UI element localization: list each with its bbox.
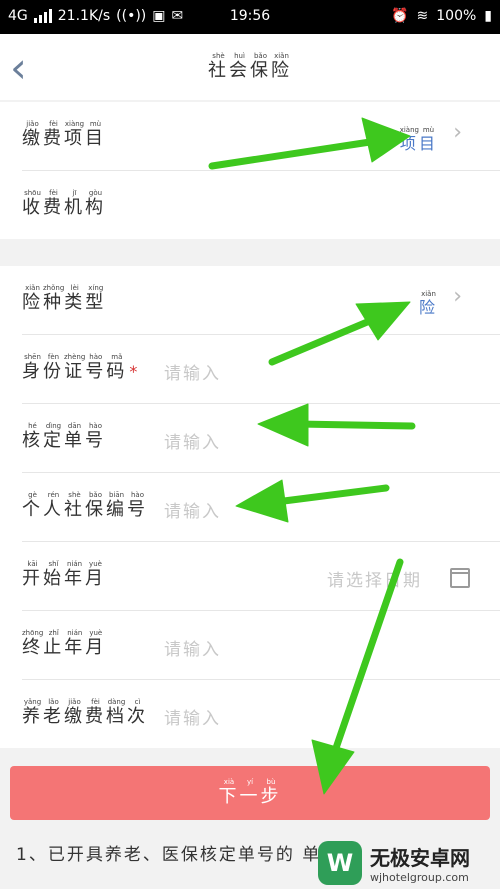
clock: 19:56	[229, 8, 271, 24]
chevron-right-icon: ›	[453, 284, 462, 309]
date-picker-placeholder[interactable]: 请选择日期	[327, 566, 422, 591]
row-label: 养yǎng老lǎo缴jiǎo费fèi档dàng次cì	[22, 698, 148, 727]
next-step-button[interactable]: 下xià一yí步bù	[10, 766, 490, 820]
alarm-icon: ⏰	[391, 8, 409, 24]
row-label: 身shēn份fèn证zhèng号hào码mǎ*	[22, 353, 141, 382]
input-placeholder[interactable]: 请输入	[164, 704, 221, 729]
page-title: 社shè会huì保bǎo险xiǎn	[0, 34, 500, 100]
form-row[interactable]: 收shōu费fèi机jī构gòu	[22, 171, 500, 239]
payment-info-card: 缴jiǎo费fèi项xiàng目mù 项xiàng目mù › 收shōu费fèi机jī…	[0, 102, 500, 239]
row-label: 险xiǎn种zhǒng类lèi型xíng	[22, 284, 107, 313]
form-row[interactable]: 终zhōng止zhǐ年nián月yuè 请输入	[22, 611, 500, 680]
form-row[interactable]: 开kāi始shǐ年nián月yuè 请选择日期	[22, 542, 500, 611]
row-label: 核hé定dìng单dān号hào	[22, 422, 106, 451]
row-value: 险xiǎn	[418, 290, 438, 317]
watermark-name: 无极安卓网	[370, 846, 470, 870]
page-title-text: 社shè会huì保bǎo险xiǎn	[208, 52, 292, 81]
input-placeholder[interactable]: 请输入	[164, 428, 221, 453]
row-value: 项xiàng目mù	[399, 126, 438, 153]
wifi-icon: ≋	[416, 8, 429, 24]
form-row[interactable]: 养yǎng老lǎo缴jiǎo费fèi档dàng次cì 请输入	[22, 680, 500, 748]
insurance-form-card: 险xiǎn种zhǒng类lèi型xíng 险xiǎn › 身shēn份fèn证zhèn…	[0, 266, 500, 748]
input-placeholder[interactable]: 请输入	[164, 497, 221, 522]
battery-icon: ▮	[484, 8, 492, 24]
battery-level: 100%	[436, 8, 477, 24]
form-row[interactable]: 个gè人rén社shè保bǎo编biān号hào 请输入	[22, 473, 500, 542]
watermark: W 无极安卓网 wjhotelgroup.com	[318, 838, 494, 888]
required-marker: *	[129, 362, 141, 381]
watermark-url: wjhotelgroup.com	[370, 871, 469, 884]
row-label: 个gè人rén社shè保bǎo编biān号hào	[22, 491, 148, 520]
input-placeholder[interactable]: 请输入	[164, 359, 221, 384]
top-nav: ‹ 社shè会huì保bǎo险xiǎn	[0, 34, 500, 100]
calendar-icon[interactable]	[450, 568, 470, 588]
row-label: 开kāi始shǐ年nián月yuè	[22, 560, 106, 589]
form-row[interactable]: 缴jiǎo费fèi项xiàng目mù 项xiàng目mù ›	[22, 102, 500, 171]
form-row[interactable]: 身shēn份fèn证zhèng号hào码mǎ* 请输入	[22, 335, 500, 404]
input-placeholder[interactable]: 请输入	[164, 635, 221, 660]
chevron-right-icon: ›	[453, 120, 462, 145]
status-bar: 4G 21.1K/s ((•)) ▣ ✉ 19:56 ⏰ ≋ 100% ▮	[0, 0, 500, 34]
watermark-logo-icon: W	[318, 841, 362, 885]
next-step-label: 下xià一yí步bù	[218, 778, 282, 807]
row-label: 缴jiǎo费fèi项xiàng目mù	[22, 120, 106, 149]
form-row[interactable]: 险xiǎn种zhǒng类lèi型xíng 险xiǎn ›	[22, 266, 500, 335]
form-row[interactable]: 核hé定dìng单dān号hào 请输入	[22, 404, 500, 473]
row-label: 终zhōng止zhǐ年nián月yuè	[22, 629, 107, 658]
row-label: 收shōu费fèi机jī构gòu	[22, 189, 106, 218]
